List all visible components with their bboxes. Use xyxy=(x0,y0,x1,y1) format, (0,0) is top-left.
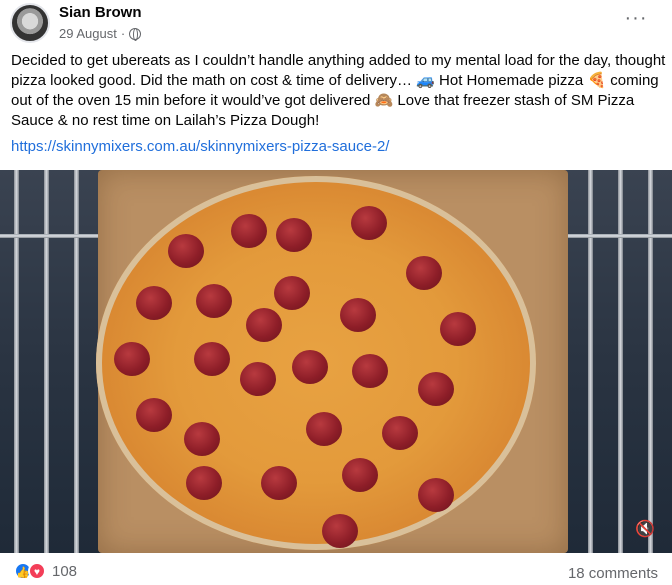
pepperoni xyxy=(114,342,150,376)
pepperoni xyxy=(340,298,376,332)
pepperoni xyxy=(186,466,222,500)
pepperoni xyxy=(382,416,418,450)
post-footer: 👍 ♥ 108 18 comments xyxy=(0,553,672,585)
post-photo[interactable]: 🔇 xyxy=(0,170,672,553)
author-name[interactable]: Sian Brown xyxy=(59,4,142,21)
reactions-summary[interactable]: 👍 ♥ 108 xyxy=(14,562,77,580)
pepperoni xyxy=(322,514,358,548)
mute-icon[interactable]: 🔇 xyxy=(634,519,656,541)
pepperoni xyxy=(292,350,328,384)
globe-icon[interactable] xyxy=(129,27,142,41)
pepperoni xyxy=(136,398,172,432)
pepperoni xyxy=(418,372,454,406)
pepperoni xyxy=(136,286,172,320)
pepperoni xyxy=(240,362,276,396)
pepperoni xyxy=(342,458,378,492)
oven-rack-bar xyxy=(588,170,593,553)
oven-rack-bar xyxy=(648,170,653,553)
pepperoni xyxy=(231,214,267,248)
pepperoni xyxy=(440,312,476,346)
pepperoni xyxy=(246,308,282,342)
pepperoni xyxy=(261,466,297,500)
pepperoni xyxy=(184,422,220,456)
pepperoni xyxy=(351,206,387,240)
facebook-post: Sian Brown 29 August · ··· Decided to ge… xyxy=(0,0,672,585)
post-text: Decided to get ubereats as I couldn’t ha… xyxy=(11,52,666,129)
comments-count[interactable]: 18 comments xyxy=(568,565,658,582)
pepperoni xyxy=(196,284,232,318)
pepperoni xyxy=(274,276,310,310)
pepperoni xyxy=(418,478,454,512)
oven-rack-bar xyxy=(44,170,49,553)
post-link[interactable]: https://skinnymixers.com.au/skinnymixers… xyxy=(11,138,389,155)
pepperoni xyxy=(276,218,312,252)
pepperoni xyxy=(194,342,230,376)
oven-rack-bar xyxy=(74,170,79,553)
meta-separator: · xyxy=(120,26,126,41)
post-header: Sian Brown 29 August · ··· xyxy=(0,0,672,46)
more-options-icon[interactable]: ··· xyxy=(622,8,650,32)
love-reaction-icon: ♥ xyxy=(28,562,46,580)
oven-rack-bar xyxy=(618,170,623,553)
post-meta: 29 August · xyxy=(59,26,142,41)
pepperoni xyxy=(406,256,442,290)
author-avatar[interactable] xyxy=(10,3,50,43)
pepperoni xyxy=(352,354,388,388)
pizza xyxy=(96,176,536,550)
pepperoni xyxy=(306,412,342,446)
reactions-count[interactable]: 108 xyxy=(52,563,77,580)
oven-rack-bar xyxy=(14,170,19,553)
pepperoni xyxy=(168,234,204,268)
post-date[interactable]: 29 August xyxy=(59,26,117,41)
